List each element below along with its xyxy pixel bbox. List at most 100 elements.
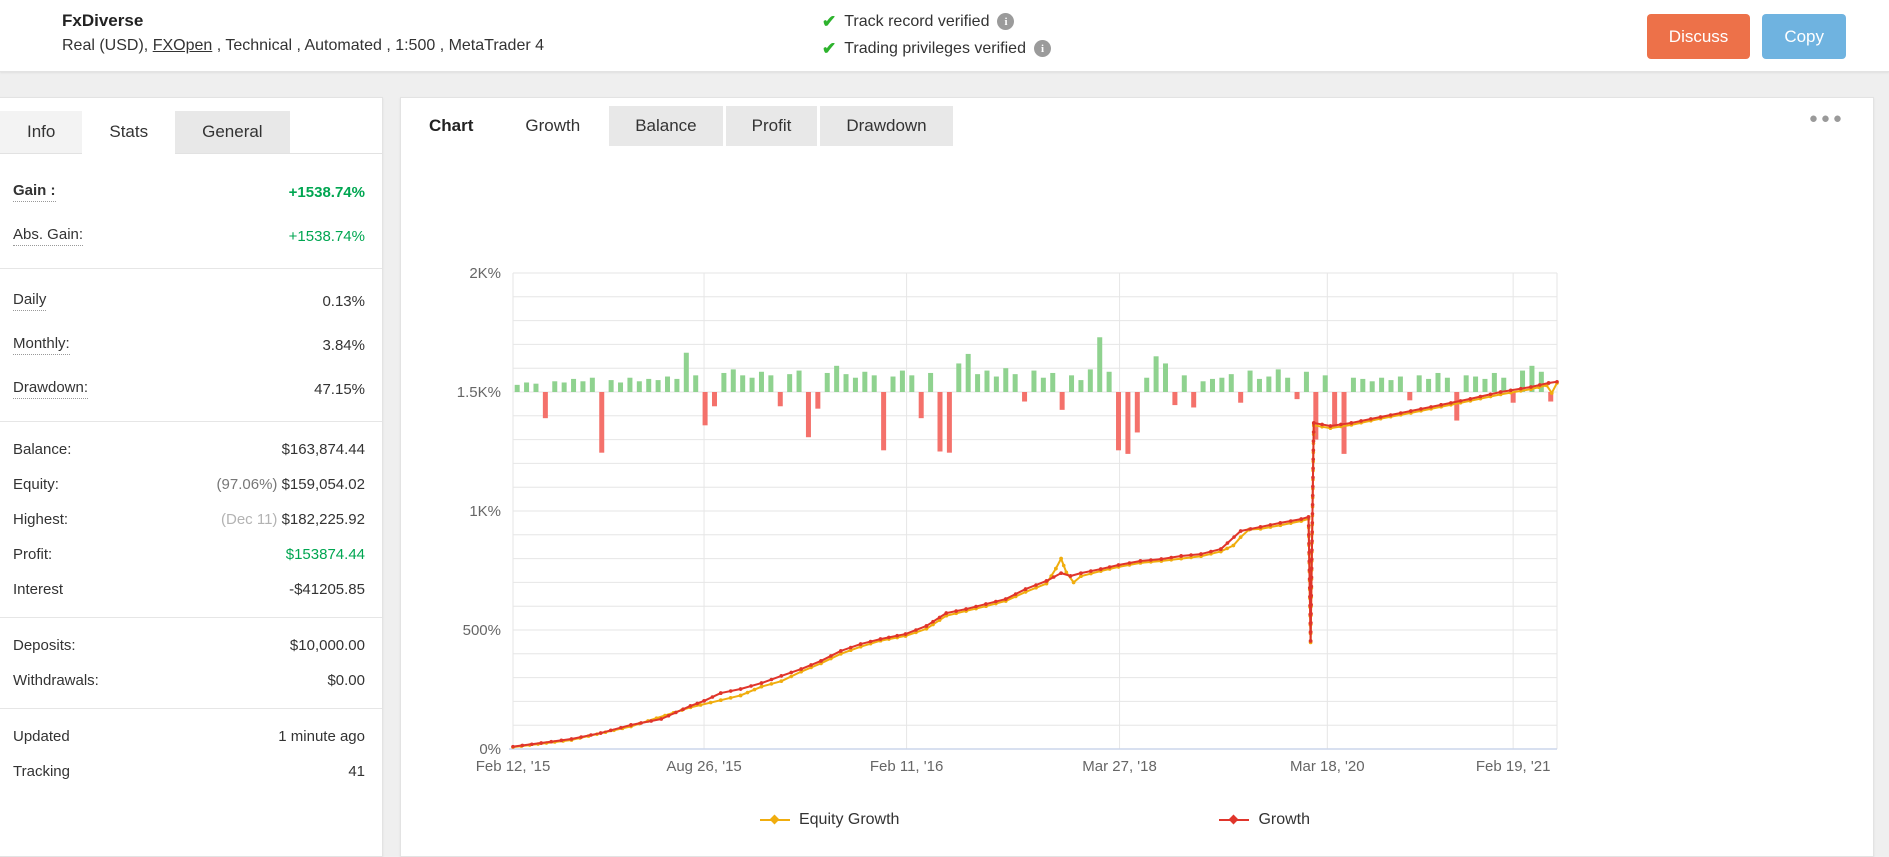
balance-label: Balance: bbox=[13, 441, 71, 458]
balance-value: $163,874.44 bbox=[282, 441, 365, 458]
stat-row-highest: Highest: (Dec 11) $182,225.92 bbox=[0, 502, 382, 537]
interest-label: Interest bbox=[13, 581, 63, 598]
stats-panel: Info Stats General Gain : +1538.74% Abs.… bbox=[0, 97, 383, 857]
track-record-verified-label: Track record verified bbox=[844, 13, 989, 31]
stat-row-withdrawals: Withdrawals: $0.00 bbox=[0, 663, 382, 698]
check-icon: ✔ bbox=[822, 12, 836, 32]
svg-text:2K%: 2K% bbox=[469, 265, 501, 282]
equity-value: (97.06%) $159,054.02 bbox=[217, 476, 365, 493]
withdrawals-value: $0.00 bbox=[327, 672, 365, 689]
header-actions: Discuss Copy bbox=[1647, 14, 1846, 59]
daily-value: 0.13% bbox=[322, 293, 365, 310]
abs-gain-value: +1538.74% bbox=[289, 228, 365, 245]
tab-general[interactable]: General bbox=[175, 111, 289, 153]
divider bbox=[0, 708, 382, 709]
equity-percent-note: (97.06%) bbox=[217, 476, 282, 493]
stat-row-daily: Daily 0.13% bbox=[0, 279, 382, 323]
svg-text:Aug 26, '15: Aug 26, '15 bbox=[666, 758, 741, 775]
deposits-label: Deposits: bbox=[13, 637, 76, 654]
trading-privileges-verified: ✔ Trading privileges verified i bbox=[822, 35, 1051, 62]
svg-text:Feb 11, '16: Feb 11, '16 bbox=[870, 758, 943, 775]
svg-text:1.5K%: 1.5K% bbox=[457, 384, 501, 401]
legend-equity-growth-label: Equity Growth bbox=[799, 811, 899, 829]
svg-text:500%: 500% bbox=[463, 622, 501, 639]
chart-section-label: Chart bbox=[421, 106, 499, 146]
gain-value: +1538.74% bbox=[289, 184, 365, 201]
profit-value: $153874.44 bbox=[286, 546, 365, 563]
account-type: Real (USD), bbox=[62, 37, 153, 54]
highest-date-note: (Dec 11) bbox=[221, 511, 282, 528]
chart-options-menu-icon[interactable]: ●●● bbox=[1809, 110, 1845, 127]
svg-text:0%: 0% bbox=[479, 741, 501, 758]
stat-row-balance: Balance: $163,874.44 bbox=[0, 432, 382, 467]
deposits-value: $10,000.00 bbox=[290, 637, 365, 654]
tab-stats[interactable]: Stats bbox=[82, 111, 175, 154]
tab-info[interactable]: Info bbox=[0, 111, 82, 153]
svg-text:Mar 18, '20: Mar 18, '20 bbox=[1290, 758, 1365, 775]
profit-label: Profit: bbox=[13, 546, 52, 563]
check-icon: ✔ bbox=[822, 39, 836, 59]
interest-value: -$41205.85 bbox=[289, 581, 365, 598]
verification-badges: ✔ Track record verified i ✔ Trading priv… bbox=[822, 8, 1051, 62]
copy-button[interactable]: Copy bbox=[1762, 14, 1846, 59]
account-header: FxDiverse Real (USD), FXOpen , Technical… bbox=[0, 0, 1889, 72]
stat-row-tracking: Tracking 41 bbox=[0, 754, 382, 789]
broker-link[interactable]: FXOpen bbox=[153, 37, 213, 54]
divider bbox=[0, 268, 382, 269]
account-subtitle: Real (USD), FXOpen , Technical , Automat… bbox=[62, 37, 544, 55]
chart-tabs: Chart Growth Balance Profit Drawdown ●●● bbox=[401, 98, 1873, 146]
stat-row-monthly: Monthly: 3.84% bbox=[0, 323, 382, 367]
monthly-label: Monthly: bbox=[13, 335, 70, 355]
stat-row-equity: Equity: (97.06%) $159,054.02 bbox=[0, 467, 382, 502]
equity-growth-marker-icon bbox=[760, 815, 790, 825]
tab-balance[interactable]: Balance bbox=[609, 106, 722, 146]
highest-value: (Dec 11) $182,225.92 bbox=[221, 511, 365, 528]
tracking-label: Tracking bbox=[13, 763, 70, 780]
gain-label: Gain : bbox=[13, 182, 56, 202]
stat-row-deposits: Deposits: $10,000.00 bbox=[0, 628, 382, 663]
withdrawals-label: Withdrawals: bbox=[13, 672, 99, 689]
divider bbox=[0, 421, 382, 422]
stat-row-gain: Gain : +1538.74% bbox=[0, 170, 382, 214]
daily-label: Daily bbox=[13, 291, 46, 311]
divider bbox=[0, 617, 382, 618]
stat-row-profit: Profit: $153874.44 bbox=[0, 537, 382, 572]
legend-growth-label: Growth bbox=[1258, 811, 1310, 829]
account-attributes: , Technical , Automated , 1:500 , MetaTr… bbox=[212, 37, 544, 54]
stat-row-drawdown: Drawdown: 47.15% bbox=[0, 367, 382, 411]
growth-chart-plot[interactable]: 0% 500% 1K% 1.5K% 2K% Feb 12, '15 Aug 26, '15 F… bbox=[401, 148, 1875, 798]
chart-legend: Equity Growth Growth bbox=[513, 811, 1557, 829]
svg-text:1K%: 1K% bbox=[469, 503, 501, 520]
svg-text:Feb 19, '21: Feb 19, '21 bbox=[1476, 758, 1551, 775]
trading-privileges-verified-label: Trading privileges verified bbox=[844, 40, 1026, 58]
updated-value: 1 minute ago bbox=[278, 728, 365, 745]
drawdown-value: 47.15% bbox=[314, 381, 365, 398]
tab-profit[interactable]: Profit bbox=[726, 106, 818, 146]
stat-row-interest: Interest -$41205.85 bbox=[0, 572, 382, 607]
chart-panel: Chart Growth Balance Profit Drawdown ●●●… bbox=[400, 97, 1874, 857]
growth-marker-icon bbox=[1219, 815, 1249, 825]
tab-growth[interactable]: Growth bbox=[499, 106, 606, 146]
drawdown-label: Drawdown: bbox=[13, 379, 88, 399]
stat-row-updated: Updated 1 minute ago bbox=[0, 719, 382, 754]
stats-panel-tabs: Info Stats General bbox=[0, 98, 382, 154]
info-icon[interactable]: i bbox=[997, 13, 1014, 30]
equity-label: Equity: bbox=[13, 476, 59, 493]
account-title: FxDiverse bbox=[62, 11, 143, 31]
stat-row-abs-gain: Abs. Gain: +1538.74% bbox=[0, 214, 382, 258]
tab-drawdown[interactable]: Drawdown bbox=[820, 106, 952, 146]
info-icon[interactable]: i bbox=[1034, 40, 1051, 57]
svg-text:Mar 27, '18: Mar 27, '18 bbox=[1082, 758, 1157, 775]
discuss-button[interactable]: Discuss bbox=[1647, 14, 1751, 59]
track-record-verified: ✔ Track record verified i bbox=[822, 8, 1051, 35]
svg-text:Feb 12, '15: Feb 12, '15 bbox=[476, 758, 551, 775]
legend-item-growth[interactable]: Growth bbox=[1219, 811, 1310, 829]
highest-label: Highest: bbox=[13, 511, 68, 528]
growth-chart: 0%500%1K%1.5K%2K%Feb 12, '15Aug 26, '15F… bbox=[401, 148, 1875, 748]
updated-label: Updated bbox=[13, 728, 70, 745]
tracking-value: 41 bbox=[348, 763, 365, 780]
monthly-value: 3.84% bbox=[322, 337, 365, 354]
abs-gain-label: Abs. Gain: bbox=[13, 226, 83, 246]
stats-list: Gain : +1538.74% Abs. Gain: +1538.74% Da… bbox=[0, 154, 382, 789]
legend-item-equity-growth[interactable]: Equity Growth bbox=[760, 811, 899, 829]
